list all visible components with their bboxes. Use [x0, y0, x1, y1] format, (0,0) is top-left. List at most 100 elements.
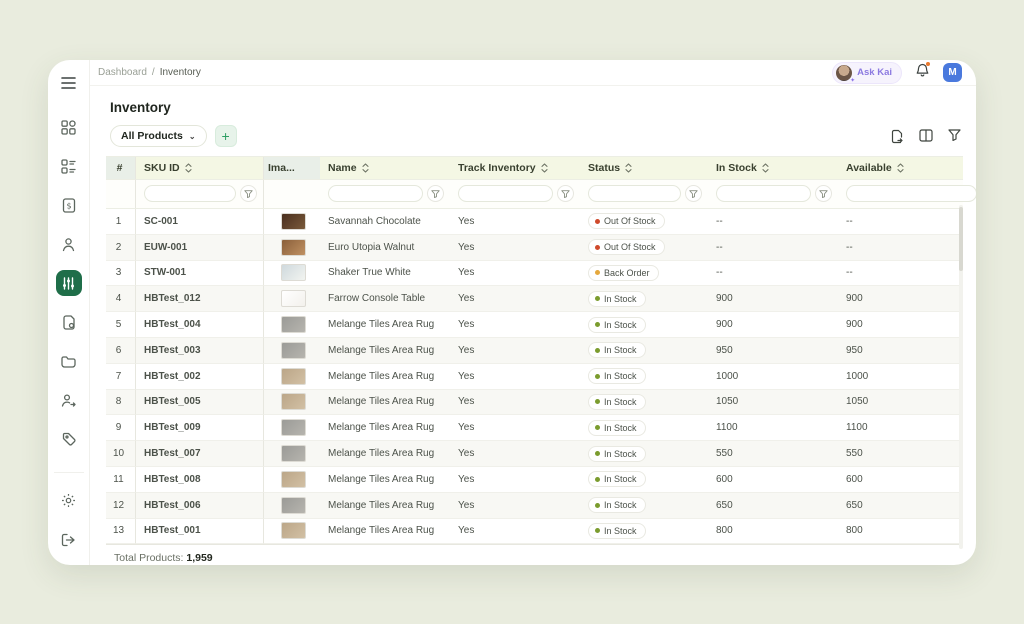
track-inventory-cell: Yes [450, 312, 580, 338]
filter-icon[interactable] [948, 129, 961, 144]
settings-gear-icon[interactable] [56, 487, 82, 513]
in-stock-cell: 1100 [708, 415, 838, 441]
ask-kai-button[interactable]: Ask Kai [832, 62, 902, 84]
sidebar-item-tags[interactable] [56, 426, 82, 452]
main-area: Dashboard / Inventory Ask Kai M Inventor… [90, 60, 976, 565]
status-dot [595, 399, 600, 404]
image-cell [264, 312, 320, 338]
table-row[interactable]: 8HBTest_005Melange Tiles Area RugYesIn S… [106, 390, 963, 416]
status-dot [595, 374, 600, 379]
table-row[interactable]: 11HBTest_008Melange Tiles Area RugYesIn … [106, 467, 963, 493]
available-cell: 1050 [838, 390, 963, 416]
status-dot [595, 451, 600, 456]
filter-input-in_stock[interactable] [716, 185, 811, 202]
track-inventory-cell: Yes [450, 441, 580, 467]
status-badge: In Stock [588, 291, 646, 307]
available-cell: -- [838, 261, 963, 287]
sidebar-item-documents[interactable] [56, 309, 82, 335]
column-header-sku[interactable]: SKU ID [136, 157, 264, 180]
image-cell [264, 261, 320, 287]
in-stock-cell: -- [708, 261, 838, 287]
sidebar-item-invoices[interactable]: $ [56, 192, 82, 218]
filter-funnel-button-sku[interactable] [240, 185, 257, 202]
name-cell: Savannah Chocolate [320, 209, 450, 235]
table-filter-row [106, 180, 963, 209]
column-header-available[interactable]: Available [838, 157, 963, 180]
products-filter-dropdown[interactable]: All Products ⌄ [110, 125, 207, 147]
sort-icon[interactable] [897, 163, 904, 173]
table-row[interactable]: 12HBTest_006Melange Tiles Area RugYesIn … [106, 493, 963, 519]
column-label-image: Ima... [268, 162, 295, 174]
column-header-track[interactable]: Track Inventory [450, 157, 580, 180]
sidebar-item-inventory[interactable] [56, 270, 82, 296]
table-row[interactable]: 7HBTest_002Melange Tiles Area RugYesIn S… [106, 364, 963, 390]
table-row[interactable]: 6HBTest_003Melange Tiles Area RugYesIn S… [106, 338, 963, 364]
column-header-status[interactable]: Status [580, 157, 708, 180]
products-filter-label: All Products [121, 130, 183, 142]
filter-funnel-button-name[interactable] [427, 185, 444, 202]
in-stock-cell: 600 [708, 467, 838, 493]
svg-text:$: $ [66, 201, 71, 210]
status-cell: In Stock [580, 338, 708, 364]
product-thumbnail [281, 290, 306, 307]
vertical-scrollbar[interactable] [959, 205, 963, 549]
sidebar-item-customers[interactable] [56, 231, 82, 257]
table-row[interactable]: 5HBTest_004Melange Tiles Area RugYesIn S… [106, 312, 963, 338]
logout-icon[interactable] [56, 527, 82, 553]
sku-cell: HBTest_001 [136, 519, 264, 545]
column-label-index: # [117, 162, 123, 174]
notifications-bell-icon[interactable] [916, 63, 929, 82]
filter-input-name[interactable] [328, 185, 423, 202]
column-label-name: Name [328, 162, 357, 174]
sku-cell: EUW-001 [136, 235, 264, 261]
filter-funnel-button-in_stock[interactable] [815, 185, 832, 202]
table-row[interactable]: 1SC-001Savannah ChocolateYesOut Of Stock… [106, 209, 963, 235]
sidebar-item-dashboard[interactable] [56, 114, 82, 140]
notification-dot [926, 62, 930, 66]
page-title: Inventory [110, 100, 963, 115]
user-avatar[interactable]: M [943, 63, 962, 82]
filter-cell-status [580, 180, 708, 208]
image-cell [264, 467, 320, 493]
filter-funnel-button-track[interactable] [557, 185, 574, 202]
image-cell [264, 390, 320, 416]
column-header-name[interactable]: Name [320, 157, 450, 180]
table-row[interactable]: 2EUW-001Euro Utopia WalnutYesOut Of Stoc… [106, 235, 963, 261]
available-cell: 600 [838, 467, 963, 493]
add-product-button[interactable]: + [215, 125, 237, 147]
table-row[interactable]: 9HBTest_009Melange Tiles Area RugYesIn S… [106, 415, 963, 441]
status-badge: In Stock [588, 471, 646, 487]
sort-icon[interactable] [362, 163, 369, 173]
filter-input-track[interactable] [458, 185, 553, 202]
row-index-cell: 6 [106, 338, 136, 364]
sort-icon[interactable] [541, 163, 548, 173]
filter-funnel-button-status[interactable] [685, 185, 702, 202]
export-icon[interactable] [890, 129, 904, 144]
table-row[interactable]: 3STW-001Shaker True WhiteYesBack Order--… [106, 261, 963, 287]
filter-input-available[interactable] [846, 185, 976, 202]
table-row[interactable]: 13HBTest_001Melange Tiles Area RugYesIn … [106, 519, 963, 545]
columns-icon[interactable] [919, 129, 933, 144]
menu-icon[interactable] [56, 70, 82, 96]
filter-input-status[interactable] [588, 185, 681, 202]
filter-input-sku[interactable] [144, 185, 236, 202]
breadcrumb-dashboard[interactable]: Dashboard [98, 67, 147, 78]
name-cell: Melange Tiles Area Rug [320, 415, 450, 441]
product-thumbnail [281, 368, 306, 385]
product-thumbnail [281, 342, 306, 359]
track-inventory-cell: Yes [450, 467, 580, 493]
sidebar-item-agents[interactable] [56, 387, 82, 413]
row-index-cell: 9 [106, 415, 136, 441]
kai-avatar [836, 65, 852, 81]
available-cell: 1100 [838, 415, 963, 441]
sidebar-item-kanban[interactable] [56, 153, 82, 179]
column-header-in_stock[interactable]: In Stock [708, 157, 838, 180]
table-row[interactable]: 10HBTest_007Melange Tiles Area RugYesIn … [106, 441, 963, 467]
sort-icon[interactable] [185, 163, 192, 173]
sidebar-item-folders[interactable] [56, 348, 82, 374]
table-row[interactable]: 4HBTest_012Farrow Console TableYesIn Sto… [106, 286, 963, 312]
sort-icon[interactable] [625, 163, 632, 173]
status-badge: In Stock [588, 420, 646, 436]
row-index-cell: 11 [106, 467, 136, 493]
sort-icon[interactable] [762, 163, 769, 173]
